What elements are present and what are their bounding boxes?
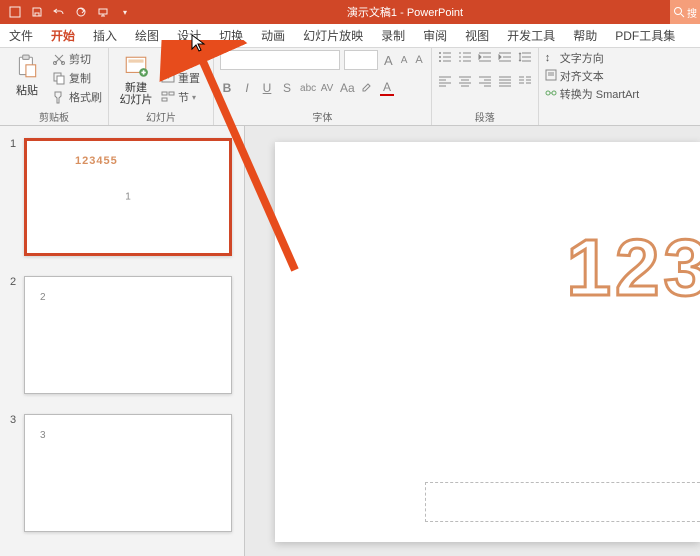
cursor-icon	[191, 34, 207, 54]
section-button[interactable]: 节▾	[161, 88, 207, 106]
ribbon: 粘贴 剪切 复制 格式刷 剪贴板 新建 幻灯片 板式▾ 重置 节▾ 幻灯片	[0, 48, 700, 126]
tab-view[interactable]: 视图	[456, 24, 498, 48]
italic-button[interactable]: I	[240, 81, 254, 95]
text-direction-label: 文字方向	[560, 50, 604, 66]
align-center-button[interactable]	[458, 74, 472, 88]
thumbnail[interactable]: 3	[24, 414, 232, 532]
format-painter-label: 格式刷	[69, 89, 102, 105]
group-font: A A A B I U S abc AV Aa A 字体	[214, 48, 432, 125]
thumb-number: 2	[10, 276, 18, 288]
title-bar: ▾ 演示文稿1 - PowerPoint 搜	[0, 0, 700, 24]
convert-smartart-button[interactable]: 转换为 SmartArt	[545, 86, 639, 102]
thumb-number: 1	[10, 138, 18, 150]
tab-help[interactable]: 帮助	[564, 24, 606, 48]
copy-button[interactable]: 复制	[52, 69, 102, 87]
group-slides: 新建 幻灯片 板式▾ 重置 节▾ 幻灯片	[109, 48, 214, 125]
autosave-icon[interactable]	[8, 5, 22, 19]
font-name-input[interactable]	[220, 50, 340, 70]
thumbnail[interactable]: 123455 1	[24, 138, 232, 256]
thumbnail[interactable]: 2	[24, 276, 232, 394]
slide-editor[interactable]: 123	[245, 126, 700, 556]
clipboard-group-label: 剪贴板	[6, 107, 102, 125]
group-paragraph: 段落	[432, 48, 539, 125]
thumb-1[interactable]: 1 123455 1	[10, 138, 234, 256]
ribbon-tabs: 文件 开始 插入 绘图 设计 切换 动画 幻灯片放映 录制 审阅 视图 开发工具…	[0, 24, 700, 48]
slides-group-label: 幻灯片	[115, 107, 207, 125]
qat-dropdown-icon[interactable]: ▾	[118, 5, 132, 19]
thumb-title: 123455	[75, 155, 118, 167]
font-size-input[interactable]	[344, 50, 378, 70]
font-color-button[interactable]: A	[380, 80, 394, 96]
tab-developer[interactable]: 开发工具	[498, 24, 564, 48]
strike-button[interactable]: S	[280, 81, 294, 95]
section-label: 节	[178, 89, 189, 105]
tab-review[interactable]: 审阅	[414, 24, 456, 48]
grow-font-button[interactable]: A	[382, 53, 395, 68]
tab-insert[interactable]: 插入	[84, 24, 126, 48]
clear-format-button[interactable]: A	[413, 54, 424, 66]
workspace: 1 123455 1 2 2 3 3 123	[0, 126, 700, 556]
group-clipboard: 粘贴 剪切 复制 格式刷 剪贴板	[0, 48, 109, 125]
slide-title-text[interactable]: 123	[567, 222, 700, 314]
text-direction-button[interactable]: ↕文字方向	[545, 50, 639, 66]
group-misc: ↕文字方向 对齐文本 转换为 SmartArt	[539, 48, 645, 125]
tab-animations[interactable]: 动画	[252, 24, 294, 48]
format-painter-button[interactable]: 格式刷	[52, 88, 102, 106]
underline-button[interactable]: U	[260, 81, 274, 95]
decrease-indent-button[interactable]	[478, 50, 492, 64]
increase-indent-button[interactable]	[498, 50, 512, 64]
window-title: 演示文稿1 - PowerPoint	[140, 4, 670, 20]
copy-label: 复制	[69, 70, 91, 86]
numbering-button[interactable]	[458, 50, 472, 64]
bullets-button[interactable]	[438, 50, 452, 64]
tab-transitions[interactable]: 切换	[210, 24, 252, 48]
thumb-2[interactable]: 2 2	[10, 276, 234, 394]
thumb-center: 2	[40, 292, 46, 303]
tab-record[interactable]: 录制	[372, 24, 414, 48]
quick-access-toolbar: ▾	[0, 5, 140, 19]
align-left-button[interactable]	[438, 74, 452, 88]
cut-label: 剪切	[69, 51, 91, 67]
save-icon[interactable]	[30, 5, 44, 19]
paste-button[interactable]: 粘贴	[6, 50, 48, 98]
align-right-button[interactable]	[478, 74, 492, 88]
shrink-font-button[interactable]: A	[399, 55, 410, 66]
search-label: 搜	[687, 5, 697, 20]
paste-label: 粘贴	[16, 82, 38, 98]
reset-label: 重置	[178, 70, 200, 86]
tab-pdf[interactable]: PDF工具集	[606, 24, 684, 48]
tab-draw[interactable]: 绘图	[126, 24, 168, 48]
thumb-number: 3	[10, 414, 18, 426]
reset-button[interactable]: 重置	[161, 69, 207, 87]
char-spacing-button[interactable]: AV	[320, 83, 334, 94]
cut-button[interactable]: 剪切	[52, 50, 102, 68]
convert-label: 转换为 SmartArt	[560, 86, 639, 102]
search-button[interactable]: 搜	[670, 0, 700, 24]
redo-icon[interactable]	[74, 5, 88, 19]
thumb-center: 3	[40, 430, 46, 441]
start-from-beginning-icon[interactable]	[96, 5, 110, 19]
tab-file[interactable]: 文件	[0, 24, 42, 48]
line-spacing-button[interactable]	[518, 50, 532, 64]
current-slide[interactable]: 123	[275, 142, 700, 542]
align-text-label: 对齐文本	[560, 68, 604, 84]
new-slide-label: 新建 幻灯片	[120, 82, 153, 106]
thumb-3[interactable]: 3 3	[10, 414, 234, 532]
slide-thumbnails-panel: 1 123455 1 2 2 3 3	[0, 126, 245, 556]
columns-button[interactable]	[518, 74, 532, 88]
justify-button[interactable]	[498, 74, 512, 88]
content-placeholder[interactable]	[425, 482, 700, 522]
paragraph-group-label: 段落	[438, 107, 532, 125]
align-text-button[interactable]: 对齐文本	[545, 68, 639, 84]
highlight-button[interactable]	[360, 81, 374, 96]
new-slide-button[interactable]: 新建 幻灯片	[115, 50, 157, 106]
tab-home[interactable]: 开始	[42, 24, 84, 48]
shadow-button[interactable]: abc	[300, 83, 314, 94]
tab-slideshow[interactable]: 幻灯片放映	[294, 24, 372, 48]
bold-button[interactable]: B	[220, 81, 234, 95]
thumb-center: 1	[125, 192, 131, 203]
font-group-label: 字体	[220, 107, 425, 125]
change-case-button[interactable]: Aa	[340, 81, 354, 95]
undo-icon[interactable]	[52, 5, 66, 19]
